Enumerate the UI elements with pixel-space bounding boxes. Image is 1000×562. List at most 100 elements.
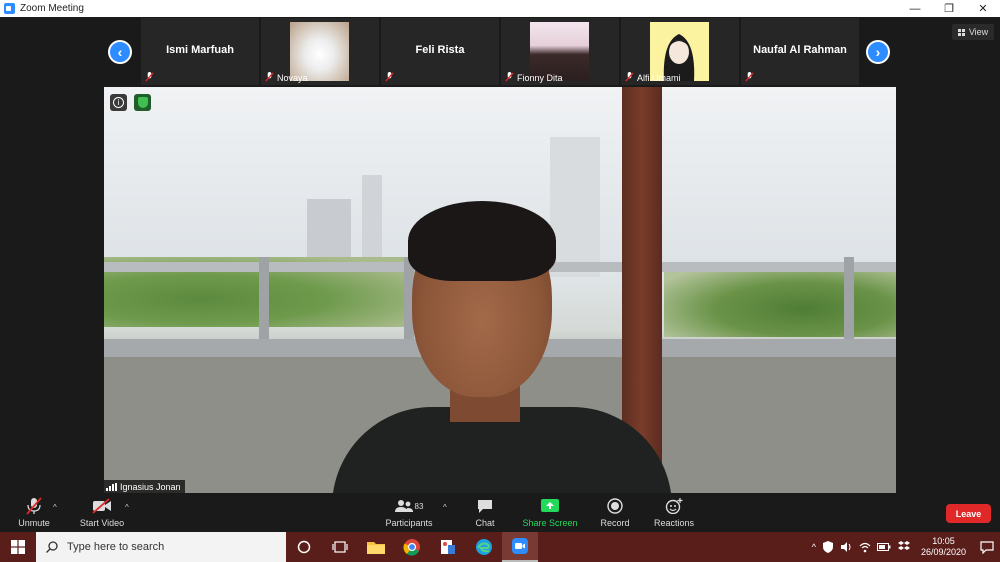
clock-date: 26/09/2020 (920, 547, 966, 557)
file-explorer-button[interactable] (358, 532, 394, 562)
participant-name: Novaya (277, 73, 308, 83)
grid-view-icon (957, 28, 965, 36)
participant-tile[interactable]: Naufal Al Rahman (741, 18, 859, 85)
muted-mic-icon (145, 72, 154, 82)
reactions-label: Reactions (653, 518, 695, 528)
audio-options-caret[interactable]: ^ (53, 503, 57, 512)
task-view-button[interactable] (322, 532, 358, 562)
muted-mic-icon (385, 72, 394, 82)
participant-strip: Ismi Marfuah Novaya Feli Rista Fionny Di… (141, 18, 859, 85)
chevron-right-icon: › (875, 44, 881, 60)
window-title: Zoom Meeting (20, 3, 84, 14)
title-bar: Zoom Meeting — ❐ ✕ (0, 0, 1000, 17)
unmute-label: Unmute (18, 518, 50, 528)
participant-name: Feli Rista (415, 44, 465, 56)
dropbox-icon[interactable] (897, 541, 911, 553)
zoom-icon (512, 538, 528, 554)
muted-mic-icon (745, 72, 754, 82)
participants-button[interactable]: 83 Participants (384, 497, 434, 528)
wifi-icon[interactable] (859, 541, 871, 553)
muted-mic-icon (26, 497, 42, 515)
windows-logo-icon (11, 540, 25, 554)
restore-button[interactable]: ❐ (932, 0, 966, 17)
zoom-app-icon (4, 3, 15, 14)
cortana-button[interactable] (286, 532, 322, 562)
participants-icon (394, 500, 413, 512)
next-page-button[interactable]: › (866, 40, 890, 64)
video-trees (664, 267, 896, 337)
cortana-circle-icon (297, 540, 311, 554)
video-options-caret[interactable]: ^ (125, 503, 129, 512)
previous-page-button[interactable]: ‹ (108, 40, 132, 64)
clock-time: 10:05 (932, 536, 955, 546)
chat-icon (478, 499, 492, 513)
participant-name: Ismi Marfuah (166, 44, 234, 56)
participant-tile[interactable]: Novaya (261, 18, 379, 85)
chrome-button[interactable] (394, 532, 430, 562)
participant-name: Naufal Al Rahman (753, 44, 847, 56)
participant-tile[interactable]: Fionny Dita (501, 18, 619, 85)
zoom-meeting-screen: Zoom Meeting — ❐ ✕ ‹ Ismi Marfuah Novaya… (0, 0, 1000, 562)
start-video-button[interactable]: Start Video (78, 497, 126, 528)
record-button[interactable]: Record (598, 497, 632, 528)
taskbar-clock[interactable]: 10:05 26/09/2020 (921, 536, 966, 558)
participant-name: Alfi Umami (637, 73, 681, 83)
zoom-taskbar-button[interactable] (502, 532, 538, 562)
active-speaker-video (104, 87, 896, 493)
speaker-person (332, 201, 672, 493)
chat-button[interactable]: Chat (470, 497, 500, 528)
view-label: View (968, 27, 989, 37)
edge-button[interactable] (466, 532, 502, 562)
chevron-left-icon: ‹ (117, 44, 123, 60)
show-hidden-icons-chevron-icon[interactable]: ^ (812, 542, 816, 552)
close-button[interactable]: ✕ (966, 0, 1000, 17)
window-controls: — ❐ ✕ (898, 0, 1000, 17)
share-screen-label: Share Screen (522, 518, 578, 528)
encryption-button[interactable] (134, 94, 151, 111)
participants-label: Participants (385, 518, 433, 528)
shield-icon (137, 97, 148, 108)
paint-app-button[interactable] (430, 532, 466, 562)
share-screen-icon (541, 498, 559, 512)
participant-tile[interactable]: Alfi Umami (621, 18, 739, 85)
reactions-button[interactable]: Reactions (652, 497, 696, 528)
search-placeholder: Type here to search (67, 541, 165, 553)
info-icon: i (113, 97, 124, 108)
speaker-name-tag: Ignasius Jonan (104, 480, 185, 493)
share-screen-button[interactable]: Share Screen (522, 497, 578, 528)
battery-icon[interactable] (876, 542, 891, 552)
participant-tile[interactable]: Feli Rista (381, 18, 499, 85)
meeting-info-button[interactable]: i (110, 94, 127, 111)
participants-count: 83 (414, 501, 424, 511)
participants-options-caret[interactable]: ^ (443, 503, 447, 512)
folder-icon (367, 542, 385, 554)
speaker-name: Ignasius Jonan (120, 481, 181, 492)
record-icon (607, 498, 623, 514)
windows-taskbar: Type here to search ^ 10:05 26/09/2020 (0, 532, 1000, 562)
record-label: Record (600, 518, 630, 528)
task-view-icon (332, 541, 348, 553)
signal-bars-icon (106, 482, 117, 491)
reactions-smiley-icon (665, 498, 683, 514)
participant-name: Fionny Dita (517, 73, 563, 83)
muted-mic-icon (625, 72, 634, 82)
notifications-icon[interactable] (980, 540, 994, 554)
leave-button[interactable]: Leave (946, 504, 991, 523)
paint-icon (441, 540, 455, 554)
chrome-icon (403, 539, 420, 556)
unmute-button[interactable]: Unmute (15, 497, 53, 528)
view-button[interactable]: View (952, 24, 994, 40)
system-tray: ^ 10:05 26/09/2020 (812, 532, 1000, 562)
security-shield-icon[interactable] (822, 541, 834, 553)
muted-mic-icon (265, 72, 274, 82)
speaker-volume-icon[interactable] (840, 541, 853, 553)
search-icon (46, 541, 58, 553)
taskbar-search-box[interactable]: Type here to search (36, 532, 286, 562)
participant-tile[interactable]: Ismi Marfuah (141, 18, 259, 85)
meeting-toolbar: Unmute ^ Start Video ^ 83 Participants ^… (0, 494, 1000, 532)
muted-mic-icon (505, 72, 514, 82)
minimize-button[interactable]: — (898, 0, 932, 17)
edge-icon (476, 539, 492, 555)
start-button[interactable] (0, 532, 36, 562)
speaker-hair (408, 201, 556, 281)
